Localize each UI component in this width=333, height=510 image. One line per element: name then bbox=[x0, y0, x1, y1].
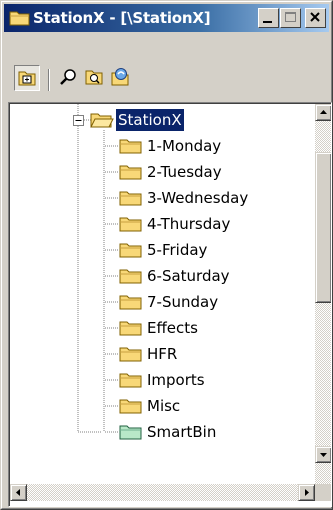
tree-node-label: 3-Wednesday bbox=[147, 189, 249, 207]
minimize-button[interactable] bbox=[258, 8, 279, 28]
folder-icon bbox=[9, 11, 30, 26]
maximize-icon bbox=[285, 12, 296, 22]
scroll-right-button[interactable] bbox=[298, 484, 315, 501]
find-folder-button[interactable] bbox=[82, 65, 108, 91]
folder-tree[interactable]: StationX 1-Monday 2-Tuesday 3-Wednesday 4-T… bbox=[10, 104, 315, 484]
folder-icon bbox=[119, 347, 142, 362]
close-icon bbox=[310, 12, 320, 22]
expand-tree-button[interactable] bbox=[14, 65, 40, 91]
folder-icon bbox=[119, 243, 142, 258]
tree-node-label: 7-Sunday bbox=[147, 293, 219, 311]
tree-node-label: 6-Saturday bbox=[147, 267, 230, 285]
minimize-icon bbox=[263, 21, 272, 23]
tree-node-label: SmartBin bbox=[147, 423, 217, 441]
folder-icon bbox=[119, 295, 142, 310]
tree-node-label: 4-Thursday bbox=[147, 215, 231, 233]
app-window: StationX - [\StationX] StationX 1-Monday… bbox=[0, 0, 333, 510]
tree-node-label: 5-Friday bbox=[147, 241, 208, 259]
arrow-down-icon bbox=[320, 453, 327, 457]
arrow-left-icon bbox=[16, 489, 20, 496]
folder-icon bbox=[119, 191, 142, 206]
tree-node-label: Imports bbox=[147, 371, 205, 389]
find-button[interactable] bbox=[56, 65, 82, 91]
folder-icon bbox=[119, 217, 142, 232]
folder-icon bbox=[119, 139, 142, 154]
tree-panel: StationX 1-Monday 2-Tuesday 3-Wednesday 4-T… bbox=[8, 102, 332, 507]
smart-folder-icon bbox=[119, 425, 142, 440]
tree-node-label: Effects bbox=[147, 319, 198, 337]
folder-icon bbox=[119, 373, 142, 388]
refresh-folder-icon bbox=[111, 68, 129, 86]
arrow-right-icon bbox=[305, 489, 309, 496]
arrow-up-icon bbox=[320, 110, 327, 114]
title-bar[interactable]: StationX - [\StationX] bbox=[4, 4, 329, 32]
tree-node-label: HFR bbox=[147, 345, 178, 363]
scroll-left-button[interactable] bbox=[10, 484, 27, 501]
tree-root-label: StationX bbox=[115, 108, 185, 132]
scroll-down-button[interactable] bbox=[315, 446, 331, 463]
find-icon bbox=[60, 69, 76, 85]
refresh-folder-button[interactable] bbox=[108, 65, 134, 91]
open-folder-icon bbox=[90, 113, 114, 128]
toolbar bbox=[4, 59, 329, 101]
close-button[interactable] bbox=[305, 8, 326, 28]
folder-icon bbox=[119, 165, 142, 180]
expand-tree-icon bbox=[18, 71, 36, 86]
vertical-scroll-thumb[interactable] bbox=[315, 152, 331, 303]
folder-icon bbox=[119, 399, 142, 414]
folder-icon bbox=[119, 269, 142, 284]
horizontal-scrollbar[interactable] bbox=[10, 484, 315, 501]
maximize-button[interactable] bbox=[280, 8, 301, 28]
scrollbar-corner bbox=[315, 484, 331, 501]
folder-icon bbox=[119, 321, 142, 336]
tree-node-label: 2-Tuesday bbox=[147, 163, 222, 181]
tree-node-label: Misc bbox=[147, 397, 181, 415]
window-title: StationX - [\StationX] bbox=[33, 9, 211, 27]
scroll-up-button[interactable] bbox=[315, 104, 331, 121]
vertical-scrollbar[interactable] bbox=[315, 104, 331, 484]
find-folder-icon bbox=[85, 70, 103, 85]
tree-node-label: 1-Monday bbox=[147, 137, 222, 155]
collapse-icon[interactable] bbox=[73, 115, 84, 126]
